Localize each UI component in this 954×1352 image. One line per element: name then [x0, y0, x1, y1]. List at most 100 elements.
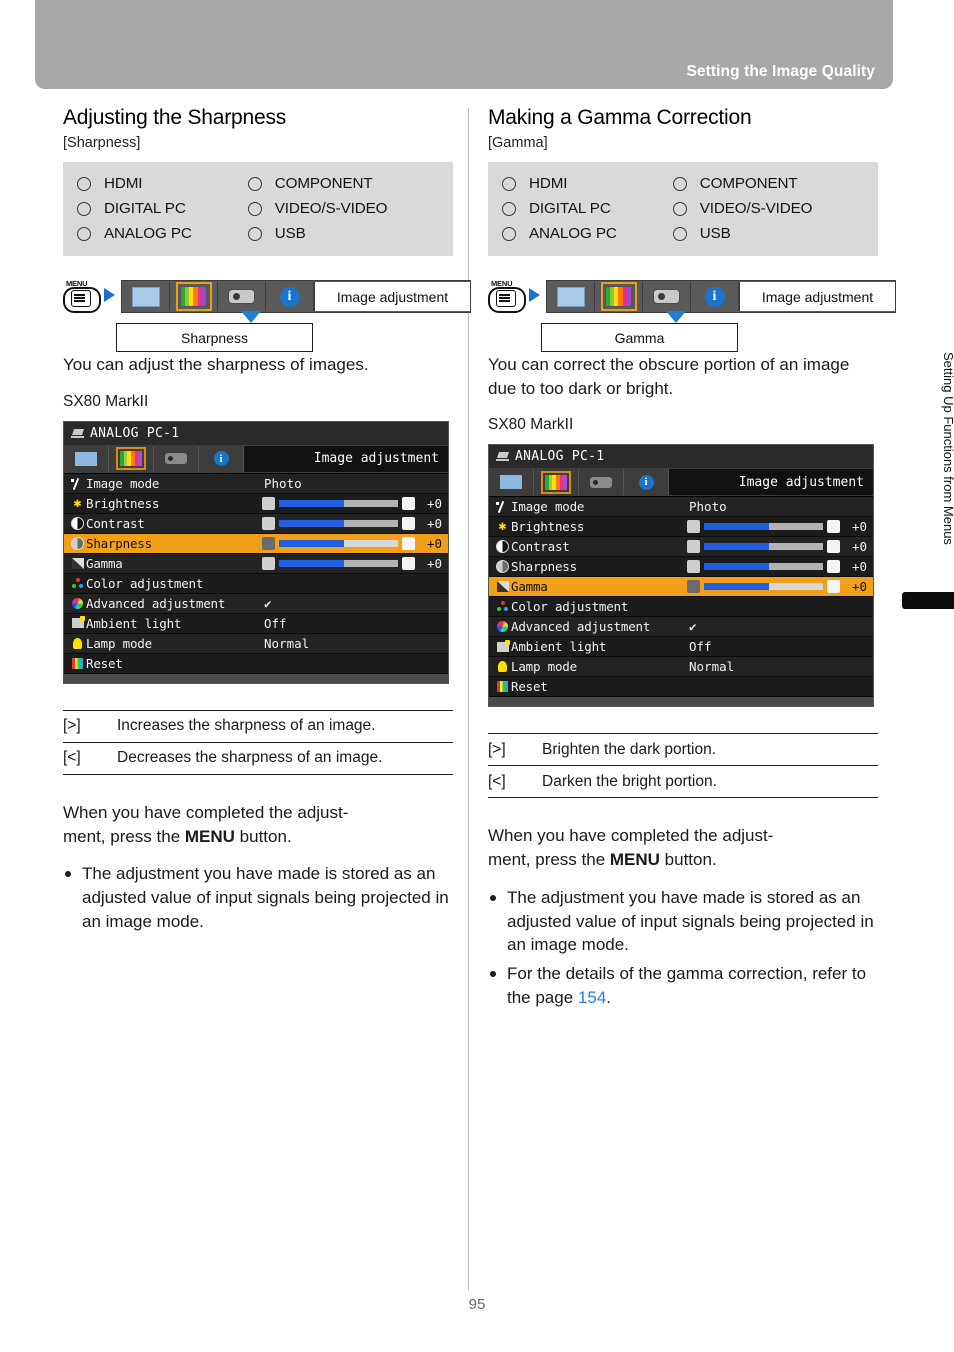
osd-menu-row[interactable]: Image mode Photo — [489, 497, 873, 518]
radio-icon — [672, 201, 687, 216]
page-header-title: Setting the Image Quality — [686, 63, 875, 80]
slider-max-icon — [402, 496, 415, 510]
slider[interactable]: +0 — [687, 579, 867, 594]
model-label-sharpness: SX80 MarkII — [63, 392, 149, 410]
tab-install-settings[interactable] — [643, 282, 691, 312]
source-item[interactable]: ANALOG PC — [502, 221, 673, 246]
brightness-icon: ✱ — [73, 495, 82, 511]
slider-track[interactable] — [704, 543, 823, 551]
osd-tab-install-settings[interactable] — [579, 469, 624, 496]
tab-image-adjustment[interactable] — [595, 282, 643, 312]
slider[interactable]: +0 — [262, 496, 442, 511]
source-column-right: COMPONENT VIDEO/S-VIDEO USB — [247, 171, 439, 246]
slider-min-icon — [687, 520, 700, 534]
source-item[interactable]: VIDEO/S-VIDEO — [672, 196, 864, 221]
bullet-text: For the details of the gamma correction,… — [507, 964, 867, 1007]
osd-menu-row[interactable]: Sharpness +0 — [64, 533, 448, 554]
menu-button-icon[interactable]: MENU — [488, 279, 526, 314]
tab-image-adjustment[interactable] — [170, 282, 218, 312]
source-item[interactable]: COMPONENT — [247, 171, 439, 196]
source-item[interactable]: COMPONENT — [672, 171, 864, 196]
source-item[interactable]: VIDEO/S-VIDEO — [247, 196, 439, 221]
osd-menu-row[interactable]: ✱ Brightness +0 — [64, 493, 448, 514]
osd-row-icon — [494, 499, 511, 514]
radio-icon — [502, 226, 516, 241]
osd-menu-row[interactable]: Ambient light Off — [64, 613, 448, 634]
menu-keyword: MENU — [609, 849, 660, 869]
source-item[interactable]: DIGITAL PC — [502, 196, 673, 221]
slider-track[interactable] — [704, 583, 823, 591]
osd-row-icon: ✱ — [494, 519, 511, 534]
slider[interactable]: +0 — [687, 539, 867, 554]
osd-tab-input-signal[interactable] — [64, 445, 109, 472]
tab-system-information[interactable]: i — [691, 282, 739, 312]
slider-max-icon — [827, 520, 840, 534]
contrast-icon — [71, 516, 84, 530]
osd-menu-row[interactable]: Lamp mode Normal — [64, 633, 448, 654]
osd-menu-row[interactable]: Reset — [489, 677, 873, 698]
osd-row-label: Lamp mode — [86, 635, 152, 651]
osd-menu-row[interactable]: Sharpness +0 — [489, 557, 873, 578]
osd-menu-row[interactable]: Reset — [64, 653, 448, 674]
slider-track[interactable] — [279, 499, 398, 507]
slider-track[interactable] — [279, 539, 398, 547]
osd-menu-row[interactable]: Gamma +0 — [489, 577, 873, 598]
menu-button-icon[interactable]: MENU — [63, 279, 101, 314]
slider[interactable]: +0 — [262, 536, 442, 551]
menu-leaf-gamma[interactable]: Gamma — [541, 323, 738, 353]
osd-row-value: Photo — [689, 499, 727, 515]
page-reference-link[interactable]: 154 — [578, 988, 606, 1007]
osd-row-icon — [494, 659, 511, 674]
description-sharpness: You can adjust the sharpness of images. — [63, 355, 369, 375]
source-item[interactable]: HDMI — [77, 171, 248, 196]
osd-menu-row[interactable]: Ambient light Off — [489, 637, 873, 658]
osd-tab-image-adjustment[interactable] — [534, 469, 579, 496]
osd-row-label: Sharpness — [86, 535, 152, 551]
osd-menu-row[interactable]: Advanced adjustment ✔ — [64, 593, 448, 614]
slider-track[interactable] — [704, 563, 823, 571]
tab-system-information[interactable]: i — [266, 282, 314, 312]
slider[interactable]: +0 — [687, 519, 867, 534]
osd-row-label: Lamp mode — [511, 659, 577, 675]
osd-menu-row[interactable]: Advanced adjustment ✔ — [489, 617, 873, 638]
osd-tab-input-signal[interactable] — [489, 469, 534, 496]
after-text-2: ment, press the — [488, 849, 610, 869]
slider[interactable]: +0 — [262, 556, 442, 571]
osd-menu-row[interactable]: Contrast +0 — [64, 513, 448, 534]
info-icon: i — [279, 286, 300, 307]
osd-menu-row[interactable]: Color adjustment — [489, 597, 873, 618]
osd-tab-image-adjustment[interactable] — [109, 445, 154, 472]
slider-track[interactable] — [279, 559, 398, 567]
tab-install-settings[interactable] — [218, 282, 266, 312]
tab-input-signal[interactable] — [547, 282, 595, 312]
key-description: Brighten the dark portion. — [542, 740, 717, 758]
slider[interactable]: +0 — [262, 516, 442, 531]
source-item[interactable]: ANALOG PC — [77, 221, 248, 246]
source-item[interactable]: USB — [672, 221, 864, 246]
source-item[interactable]: DIGITAL PC — [77, 196, 248, 221]
osd-row-icon — [494, 639, 511, 654]
osd-tab-system-information[interactable]: i — [199, 445, 244, 472]
slider[interactable]: +0 — [687, 559, 867, 574]
description-gamma: You can correct the obscure portion of a… — [488, 355, 850, 398]
menu-leaf-sharpness[interactable]: Sharpness — [116, 323, 313, 353]
slider-track[interactable] — [279, 519, 398, 527]
osd-menu-row[interactable]: ✱ Brightness +0 — [489, 517, 873, 538]
radio-icon — [77, 201, 91, 216]
source-item[interactable]: USB — [247, 221, 439, 246]
osd-menu-row[interactable]: Image mode Photo — [64, 473, 448, 494]
gamma-icon — [71, 557, 84, 569]
osd-menu-row[interactable]: Gamma +0 — [64, 553, 448, 574]
osd-tab-system-information[interactable]: i — [624, 469, 669, 496]
source-label: ANALOG PC — [529, 225, 617, 243]
osd-tab-install-settings[interactable] — [154, 445, 199, 472]
tab-input-signal[interactable] — [122, 282, 170, 312]
osd-row-label: Ambient light — [511, 639, 607, 655]
osd-row-icon — [494, 599, 511, 614]
osd-menu-row[interactable]: Color adjustment — [64, 573, 448, 594]
source-input-icon — [496, 452, 509, 462]
source-item[interactable]: HDMI — [502, 171, 673, 196]
osd-menu-row[interactable]: Contrast +0 — [489, 537, 873, 558]
slider-track[interactable] — [704, 523, 823, 531]
osd-menu-row[interactable]: Lamp mode Normal — [489, 657, 873, 678]
